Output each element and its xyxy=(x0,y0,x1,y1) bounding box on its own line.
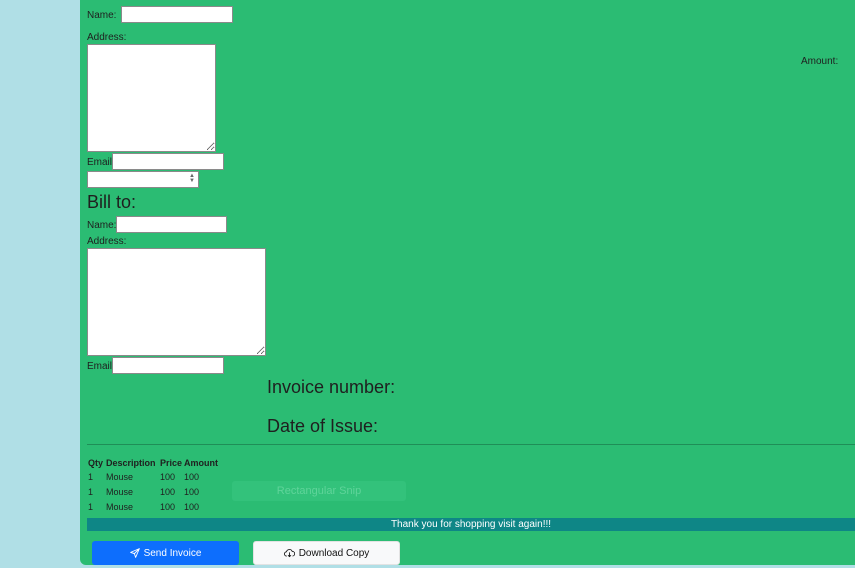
bill-to-email-label: Email: xyxy=(87,361,115,372)
qty-cell: 1 xyxy=(88,486,94,497)
from-name-input[interactable] xyxy=(121,6,233,23)
bill-to-address-textarea[interactable] xyxy=(87,248,266,356)
from-email-label: Email: xyxy=(87,157,115,168)
table-row: 1 Mouse 100 100 xyxy=(88,499,218,514)
thanks-banner: Thank you for shopping visit again!!! xyxy=(87,518,855,531)
table-row: 1 Mouse 100 100 xyxy=(88,484,218,499)
shipping-button[interactable]: Rectangular Snip xyxy=(232,481,406,501)
from-address-label: Address: xyxy=(87,32,127,43)
description-cell: Mouse xyxy=(106,501,134,512)
number-input[interactable] xyxy=(87,171,199,188)
divider xyxy=(87,444,855,445)
from-name-label: Name: xyxy=(87,10,117,21)
thanks-message: Thank you for shopping visit again!!! xyxy=(390,519,552,530)
bill-to-email-input[interactable] xyxy=(112,357,224,374)
table-row: 1 Mouse 100 100 xyxy=(88,469,218,484)
download-copy-button[interactable]: Download Copy xyxy=(253,541,400,565)
amount-cell: 100 xyxy=(184,501,200,512)
description-cell: Mouse xyxy=(106,486,134,497)
table-header-row: Qty Description Price Amount xyxy=(88,457,218,469)
bill-to-name-input[interactable] xyxy=(116,216,227,233)
amount-cell: 100 xyxy=(184,486,200,497)
column-header: Qty xyxy=(88,458,104,468)
send-invoice-button[interactable]: Send Invoice xyxy=(92,541,239,565)
send-invoice-label: Send Invoice xyxy=(143,547,202,559)
from-address-textarea[interactable] xyxy=(87,44,216,152)
price-cell: 100 xyxy=(160,501,176,512)
column-header: Amount xyxy=(184,458,218,468)
bill-to-address-label: Address: xyxy=(87,236,127,247)
from-email-input[interactable] xyxy=(112,153,224,170)
qty-cell: 1 xyxy=(88,501,94,512)
bill-to-name-label: Name: xyxy=(87,220,117,231)
price-cell: 100 xyxy=(160,471,176,482)
column-header: Description xyxy=(106,458,156,468)
number-stepper[interactable]: ▲ ▼ xyxy=(87,171,199,188)
items-table: Qty Description Price Amount 1 Mouse 100… xyxy=(88,457,218,514)
bill-to-heading: Bill to: xyxy=(87,192,137,212)
stepper-arrows-icon[interactable]: ▲ ▼ xyxy=(188,173,196,184)
qty-cell: 1 xyxy=(88,471,94,482)
shipping-label: Rectangular Snip xyxy=(276,485,362,497)
send-icon xyxy=(129,548,140,558)
price-cell: 100 xyxy=(160,486,176,497)
description-cell: Mouse xyxy=(106,471,134,482)
amount-cell: 100 xyxy=(184,471,200,482)
column-header: Price xyxy=(160,458,183,468)
date-of-issue-label: Date of Issue: xyxy=(267,416,379,436)
download-copy-label: Download Copy xyxy=(298,547,370,559)
amount-label: Amount: xyxy=(801,56,839,67)
invoice-number-label: Invoice number: xyxy=(267,377,396,397)
cloud-download-icon xyxy=(283,549,295,558)
